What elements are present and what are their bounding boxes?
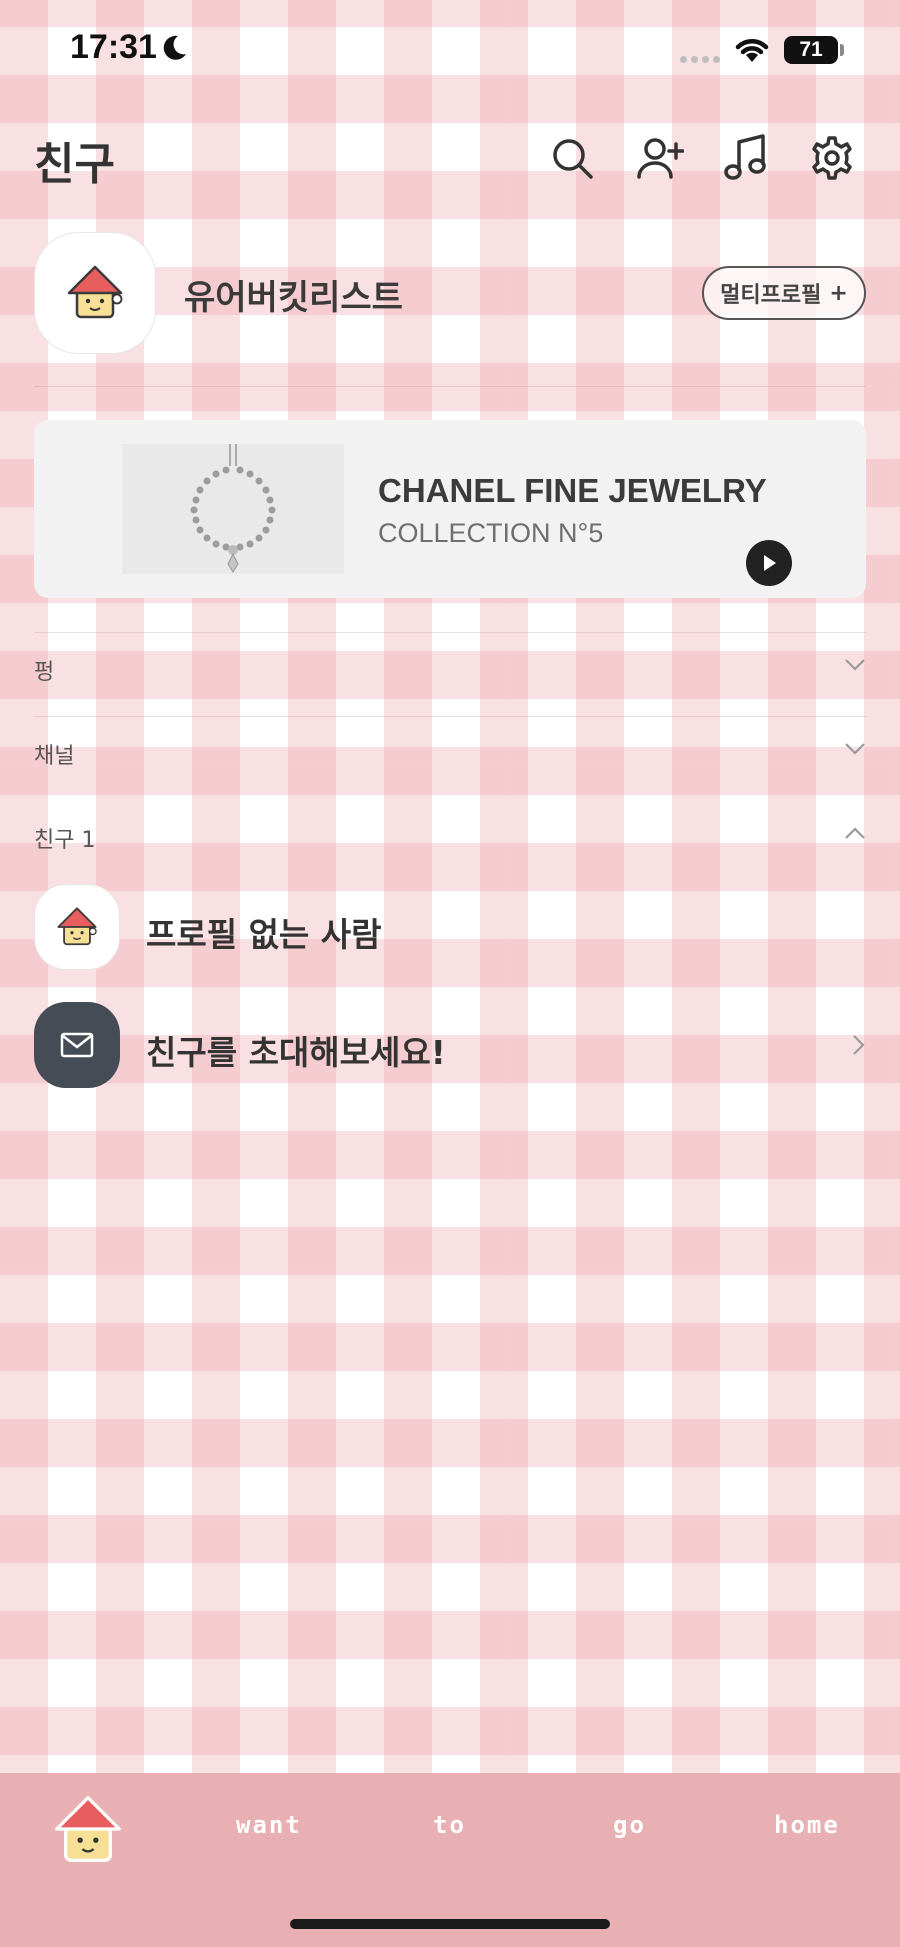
divider [34,716,866,717]
home-indicator[interactable] [290,1919,610,1929]
play-icon[interactable] [746,540,792,586]
section-label: 친구 1 [34,828,96,853]
envelope-icon [60,1032,94,1058]
tab-to[interactable]: to [433,1811,466,1839]
multi-profile-button[interactable]: 멀티프로필 + [702,266,866,320]
chevron-right-icon [853,1035,865,1055]
divider [34,632,866,633]
page-title: 친구 [34,139,115,190]
search-icon[interactable] [546,132,598,184]
house-character-icon [57,907,97,946]
status-time: 17:31 [70,28,157,66]
invite-friends-label: 친구를 초대해보세요! [146,1033,446,1072]
friend-list-item[interactable]: 프로필 없는 사람 [34,884,866,974]
friend-name: 프로필 없는 사람 [146,915,382,954]
ad-subtitle: COLLECTION N°5 [378,518,604,548]
my-profile-name[interactable]: 유어버킷리스트 [184,270,403,319]
divider [34,386,866,387]
music-icon[interactable] [720,132,772,184]
tab-home[interactable]: home [774,1811,840,1839]
battery-icon: 71 [784,36,838,64]
ad-banner[interactable]: CHANEL FINE JEWELRY COLLECTION N°5 [34,420,866,598]
house-character-icon [55,1796,121,1862]
section-header-channel[interactable]: 채널 [34,722,866,782]
multi-profile-label: 멀티프로필 [720,283,822,308]
house-character-icon [67,265,123,319]
status-bar: 17:31 71 [0,0,900,100]
tab-friends[interactable] [52,1791,124,1871]
plus-icon: + [829,280,848,306]
ad-title: CHANEL FINE JEWELRY [378,472,767,509]
battery-cap [840,44,844,56]
wifi-icon [735,39,769,62]
chevron-up-icon [845,827,865,839]
invite-avatar [34,1002,120,1088]
settings-icon[interactable] [806,132,858,184]
invite-friends-item[interactable]: 친구를 초대해보세요! [34,1002,866,1092]
section-header-friends[interactable]: 친구 1 [34,806,866,866]
cellular-signal-icon [680,56,720,63]
section-label: 펑 [34,660,55,685]
chevron-down-icon [845,743,865,755]
chevron-down-icon [845,659,865,671]
my-profile-avatar[interactable] [34,232,156,354]
section-header-pung[interactable]: 펑 [34,638,866,698]
friend-avatar [34,884,120,970]
moon-icon [163,35,186,60]
section-label: 채널 [34,744,75,769]
battery-level: 71 [799,38,823,61]
tab-go[interactable]: go [613,1811,646,1839]
necklace-image [122,444,344,574]
add-friend-icon[interactable] [634,132,686,184]
tab-want[interactable]: want [236,1811,302,1839]
